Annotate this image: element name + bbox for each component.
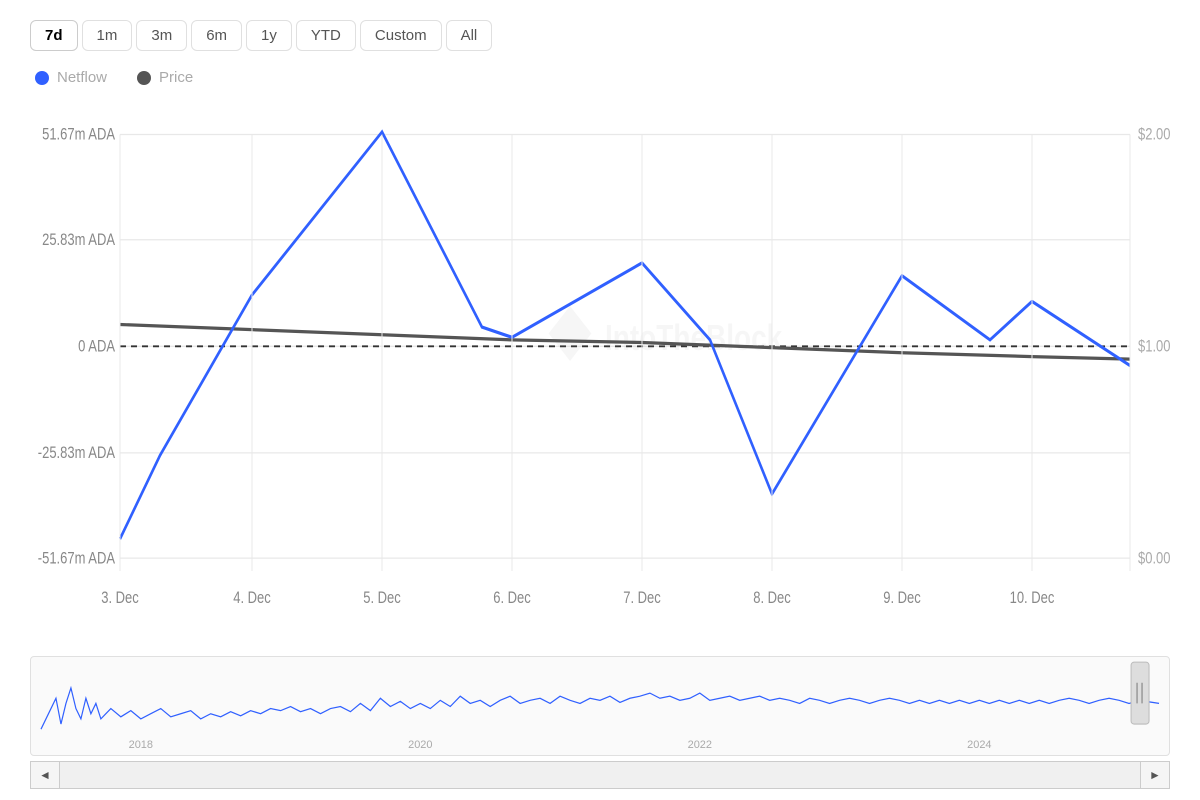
time-btn-3m[interactable]: 3m xyxy=(136,20,187,51)
svg-text:2020: 2020 xyxy=(408,739,432,751)
scroll-track[interactable] xyxy=(60,761,1140,789)
svg-text:$2.00: $2.00 xyxy=(1138,125,1170,144)
svg-text:-51.67m ADA: -51.67m ADA xyxy=(38,549,115,568)
mini-chart[interactable]: 2018 2020 2022 2024 xyxy=(30,656,1170,756)
time-range-bar: 7d1m3m6m1yYTDCustomAll xyxy=(30,20,1170,51)
time-btn-1y[interactable]: 1y xyxy=(246,20,292,51)
svg-text:IntoTheBlock: IntoTheBlock xyxy=(605,318,782,358)
netflow-dot xyxy=(35,71,49,85)
svg-text:2022: 2022 xyxy=(688,739,712,751)
svg-text:-25.83m ADA: -25.83m ADA xyxy=(38,444,115,463)
svg-text:4. Dec: 4. Dec xyxy=(233,589,271,608)
svg-text:2024: 2024 xyxy=(967,739,991,751)
price-dot xyxy=(137,71,151,85)
svg-text:$1.00: $1.00 xyxy=(1138,337,1170,356)
scrollbar-row: ◄ ► xyxy=(30,760,1170,790)
time-btn-ytd[interactable]: YTD xyxy=(296,20,356,51)
svg-text:6. Dec: 6. Dec xyxy=(493,589,531,608)
legend-price: Price xyxy=(137,69,193,86)
chart-legend: Netflow Price xyxy=(30,69,1170,86)
svg-text:5. Dec: 5. Dec xyxy=(363,589,401,608)
time-btn-1m[interactable]: 1m xyxy=(82,20,133,51)
scroll-left-button[interactable]: ◄ xyxy=(30,761,60,789)
svg-text:$0.00: $0.00 xyxy=(1138,549,1170,568)
svg-text:7. Dec: 7. Dec xyxy=(623,589,661,608)
price-label: Price xyxy=(159,69,193,86)
mini-chart-svg: 2018 2020 2022 2024 xyxy=(31,657,1169,755)
time-btn-7d[interactable]: 7d xyxy=(30,20,78,51)
svg-text:2018: 2018 xyxy=(129,739,153,751)
svg-text:51.67m ADA: 51.67m ADA xyxy=(42,125,115,144)
main-container: 7d1m3m6m1yYTDCustomAll Netflow Price xyxy=(0,0,1200,800)
main-chart-area: 51.67m ADA 25.83m ADA 0 ADA -25.83m ADA … xyxy=(30,96,1170,648)
legend-netflow: Netflow xyxy=(35,69,107,86)
chart-wrapper: 51.67m ADA 25.83m ADA 0 ADA -25.83m ADA … xyxy=(30,96,1170,790)
svg-text:8. Dec: 8. Dec xyxy=(753,589,791,608)
netflow-label: Netflow xyxy=(57,69,107,86)
time-btn-all[interactable]: All xyxy=(446,20,493,51)
svg-text:9. Dec: 9. Dec xyxy=(883,589,921,608)
svg-text:25.83m ADA: 25.83m ADA xyxy=(42,230,115,249)
scroll-right-button[interactable]: ► xyxy=(1140,761,1170,789)
svg-text:10. Dec: 10. Dec xyxy=(1010,589,1055,608)
time-btn-custom[interactable]: Custom xyxy=(360,20,442,51)
time-btn-6m[interactable]: 6m xyxy=(191,20,242,51)
svg-text:3. Dec: 3. Dec xyxy=(101,589,139,608)
svg-text:0 ADA: 0 ADA xyxy=(78,337,115,356)
main-chart-svg: 51.67m ADA 25.83m ADA 0 ADA -25.83m ADA … xyxy=(30,96,1170,648)
